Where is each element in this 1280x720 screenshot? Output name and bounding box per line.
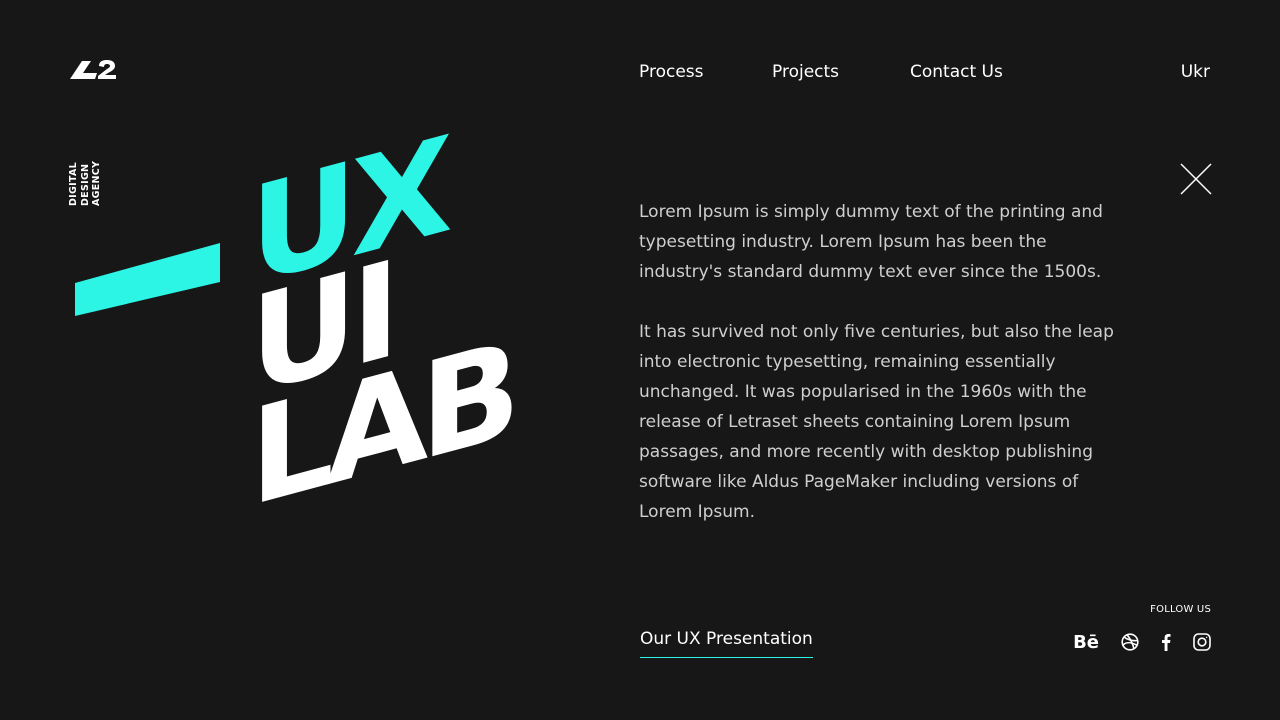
description-paragraph: Lorem Ipsum is simply dummy text of the … (639, 202, 1103, 282)
social-links: Bē (1073, 630, 1211, 654)
behance-icon[interactable]: Bē (1073, 632, 1099, 653)
language-switch[interactable]: Ukr (1181, 62, 1210, 82)
description: Lorem Ipsum is simply dummy text of the … (639, 197, 1119, 557)
close-icon[interactable] (1180, 163, 1212, 195)
instagram-icon[interactable] (1193, 633, 1211, 651)
page: Process Projects Contact Us Ukr DIGITAL … (0, 0, 1280, 720)
nav-process-link[interactable]: Process (639, 62, 704, 82)
follow-us-label: FOLLOW US (1150, 604, 1211, 615)
nav-contact-us-link[interactable]: Contact Us (910, 62, 1003, 82)
description-paragraph: It has survived not only five centuries,… (639, 322, 1114, 522)
l2-logo-icon[interactable] (70, 59, 118, 81)
nav-projects-link[interactable]: Projects (772, 62, 839, 82)
facebook-icon[interactable] (1161, 633, 1171, 651)
hero-wordmark: UX UI LAB (60, 130, 580, 550)
accent-dash (75, 243, 220, 316)
dribbble-icon[interactable] (1121, 633, 1139, 651)
ux-presentation-link[interactable]: Our UX Presentation (640, 629, 813, 658)
